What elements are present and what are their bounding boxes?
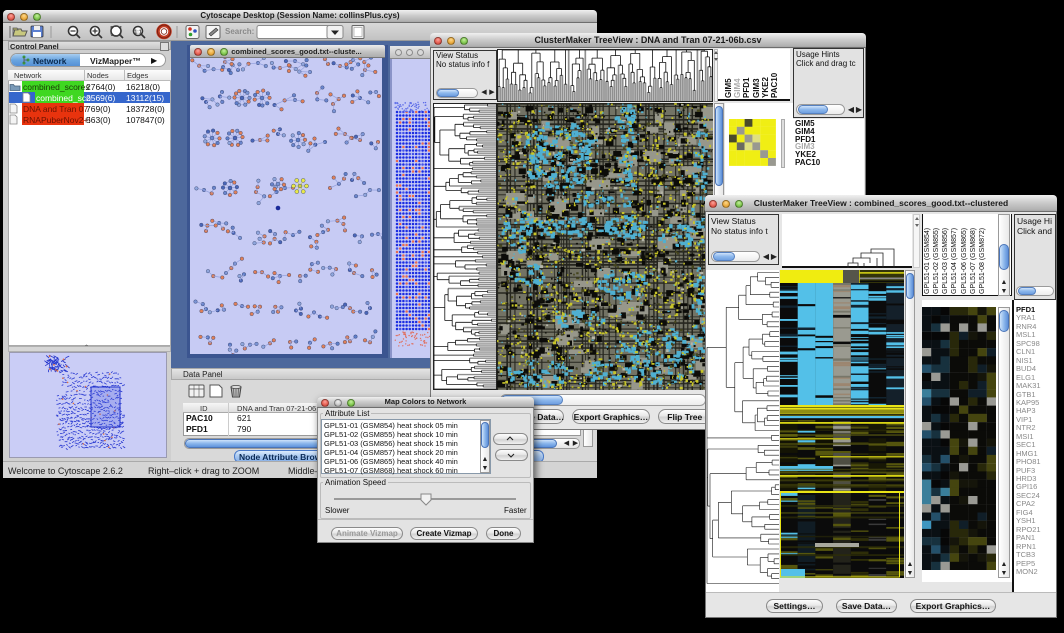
- svg-text:Search:: Search:: [225, 27, 254, 36]
- svg-text:1:1: 1:1: [134, 30, 141, 36]
